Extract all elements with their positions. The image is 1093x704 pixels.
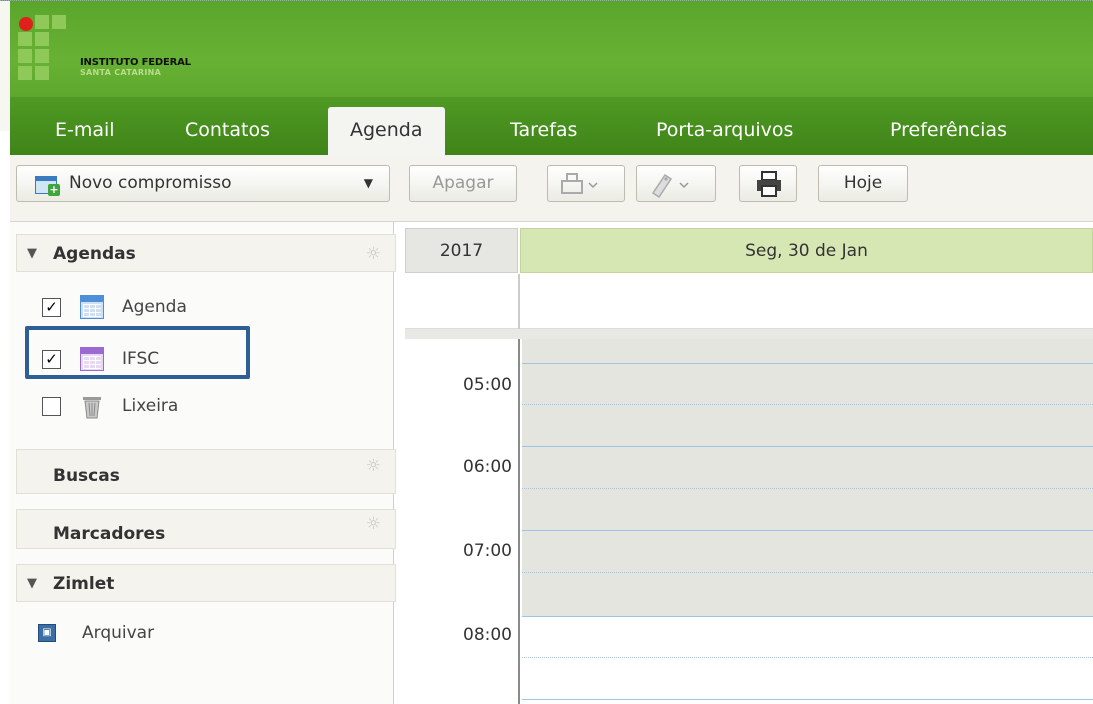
print-button[interactable] [739,165,797,202]
searches-header-label: Buscas [53,466,120,486]
print-icon [757,171,781,197]
zimlet-item-arquivar[interactable]: ▣ Arquivar [38,618,338,648]
agenda-item-lixeira[interactable]: Lixeira [40,391,340,421]
chevron-down-icon[interactable]: ▼ [364,166,373,201]
time-label: 08:00 [463,625,512,645]
brand-line1: INSTITUTO FEDERAL [80,57,191,68]
agendas-header-label: Agendas [53,244,136,264]
tab-porta-arquivos[interactable]: Porta-arquivos [656,113,793,155]
toolbar: + Novo compromisso ▼ Apagar Hoje [10,155,1093,222]
logo-red-dot [19,17,33,31]
gear-icon[interactable]: ☼ [366,444,381,489]
brand-text: INSTITUTO FEDERAL SANTA CATARINA [80,57,191,77]
zimlet-header-label: Zimlet [53,574,115,594]
time-label: 05:00 [463,375,512,395]
day-header[interactable]: Seg, 30 de Jan [520,228,1093,273]
move-icon [561,173,598,194]
new-appointment-label: Novo compromisso [69,173,232,193]
non-working-hours [522,339,1093,616]
zimlet-header[interactable]: ▼ Zimlet [16,564,396,602]
today-button[interactable]: Hoje [818,165,908,202]
time-grid[interactable]: 05:00 06:00 07:00 08:00 [405,339,1093,704]
time-label: 07:00 [463,541,512,561]
sidebar: ▼ Agendas ☼ ✓ Agenda ✓ IFSC Lixeira Busc… [10,222,396,704]
tag-icon [651,173,689,199]
agenda-checkbox[interactable]: ✓ [42,298,61,317]
archive-icon: ▣ [38,624,56,642]
tab-email[interactable]: E-mail [55,113,115,155]
tab-tarefas[interactable]: Tarefas [510,113,577,155]
calendar-icon [80,295,104,319]
move-button[interactable] [547,165,625,202]
calendar-add-icon: + [35,173,60,196]
gear-icon[interactable]: ☼ [366,504,381,544]
delete-button[interactable]: Apagar [409,165,517,202]
app-tabs: E-mail Contatos Agenda Tarefas Porta-arq… [10,97,1093,155]
calendar-view: 2017 Seg, 30 de Jan 05:00 06:00 07:00 08… [405,222,1093,704]
collapse-triangle-icon[interactable]: ▼ [27,235,37,273]
time-label: 06:00 [463,457,512,477]
tab-agenda[interactable]: Agenda [328,107,445,155]
app-header: INSTITUTO FEDERAL SANTA CATARINA [0,0,1093,131]
tab-preferencias[interactable]: Preferências [890,113,1007,155]
lixeira-checkbox[interactable] [42,397,61,416]
tags-header-label: Marcadores [53,524,166,544]
all-day-row[interactable] [405,274,1093,329]
agenda-item-agenda[interactable]: ✓ Agenda [40,292,340,322]
searches-header[interactable]: Buscas ☼ [16,449,396,494]
trash-icon [83,397,101,419]
collapse-triangle-icon[interactable]: ▼ [27,565,37,603]
agendas-header[interactable]: ▼ Agendas ☼ [16,234,396,272]
brand-line2: SANTA CATARINA [80,68,162,77]
year-cell: 2017 [405,228,518,273]
ifsc-logo [18,15,68,87]
tags-header[interactable]: Marcadores ☼ [16,509,396,549]
gear-icon[interactable]: ☼ [366,235,381,273]
tab-contatos[interactable]: Contatos [185,113,270,155]
agenda-label: Agenda [122,297,187,317]
window-edge [0,1,10,131]
new-appointment-button[interactable]: + Novo compromisso ▼ [16,165,390,202]
tag-button[interactable] [636,165,716,202]
arquivar-label: Arquivar [82,623,155,643]
lixeira-label: Lixeira [122,396,179,416]
ifsc-highlight-box [25,326,250,379]
allday-separator [405,329,1093,339]
